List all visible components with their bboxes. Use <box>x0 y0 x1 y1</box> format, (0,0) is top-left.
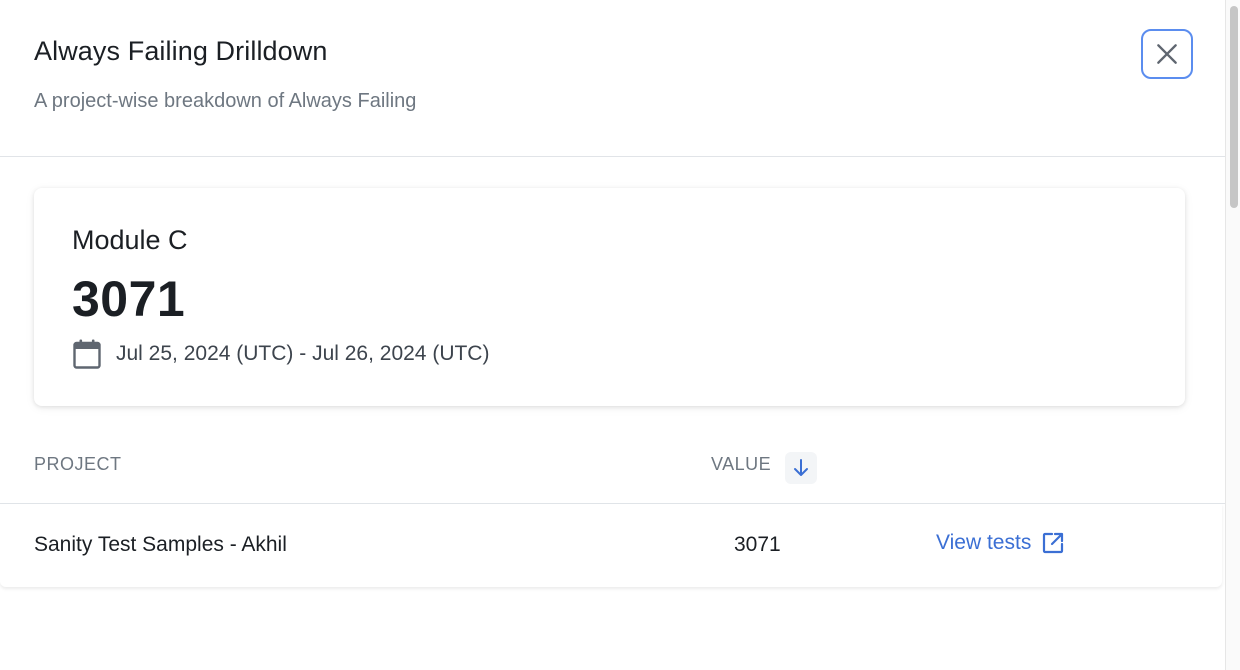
row-value: 3071 <box>734 533 781 556</box>
failing-count: 3071 <box>72 271 186 327</box>
summary-card: Module C 3071 Jul 25, 2024 (UTC) - Jul 2… <box>34 188 1185 406</box>
column-header-value[interactable]: VALUE <box>711 454 771 475</box>
close-icon <box>1157 44 1177 64</box>
module-label: Module C <box>72 225 188 255</box>
view-tests-label: View tests <box>936 531 1032 554</box>
panel-header: Always Failing Drilldown A project-wise … <box>0 0 1225 157</box>
drilldown-panel: Always Failing Drilldown A project-wise … <box>0 0 1225 670</box>
date-range: Jul 25, 2024 (UTC) - Jul 26, 2024 (UTC) <box>72 338 489 370</box>
vertical-scrollbar[interactable] <box>1225 0 1240 670</box>
date-range-text: Jul 25, 2024 (UTC) - Jul 26, 2024 (UTC) <box>116 342 490 365</box>
sort-value-button[interactable] <box>785 452 817 484</box>
scrollbar-thumb[interactable] <box>1230 6 1238 208</box>
panel-subtitle: A project-wise breakdown of Always Faili… <box>34 90 417 112</box>
row-project-name: Sanity Test Samples - Akhil <box>34 533 287 556</box>
table-row: Sanity Test Samples - Akhil 3071 View te… <box>0 504 1222 587</box>
close-button[interactable] <box>1141 29 1193 79</box>
table-header: PROJECT VALUE <box>0 430 1225 504</box>
column-header-project[interactable]: PROJECT <box>34 454 122 475</box>
arrow-down-icon <box>794 459 808 476</box>
view-tests-link[interactable]: View tests <box>936 531 1065 555</box>
calendar-icon <box>73 339 101 369</box>
external-link-icon <box>1043 532 1064 554</box>
panel-title: Always Failing Drilldown <box>34 36 328 66</box>
